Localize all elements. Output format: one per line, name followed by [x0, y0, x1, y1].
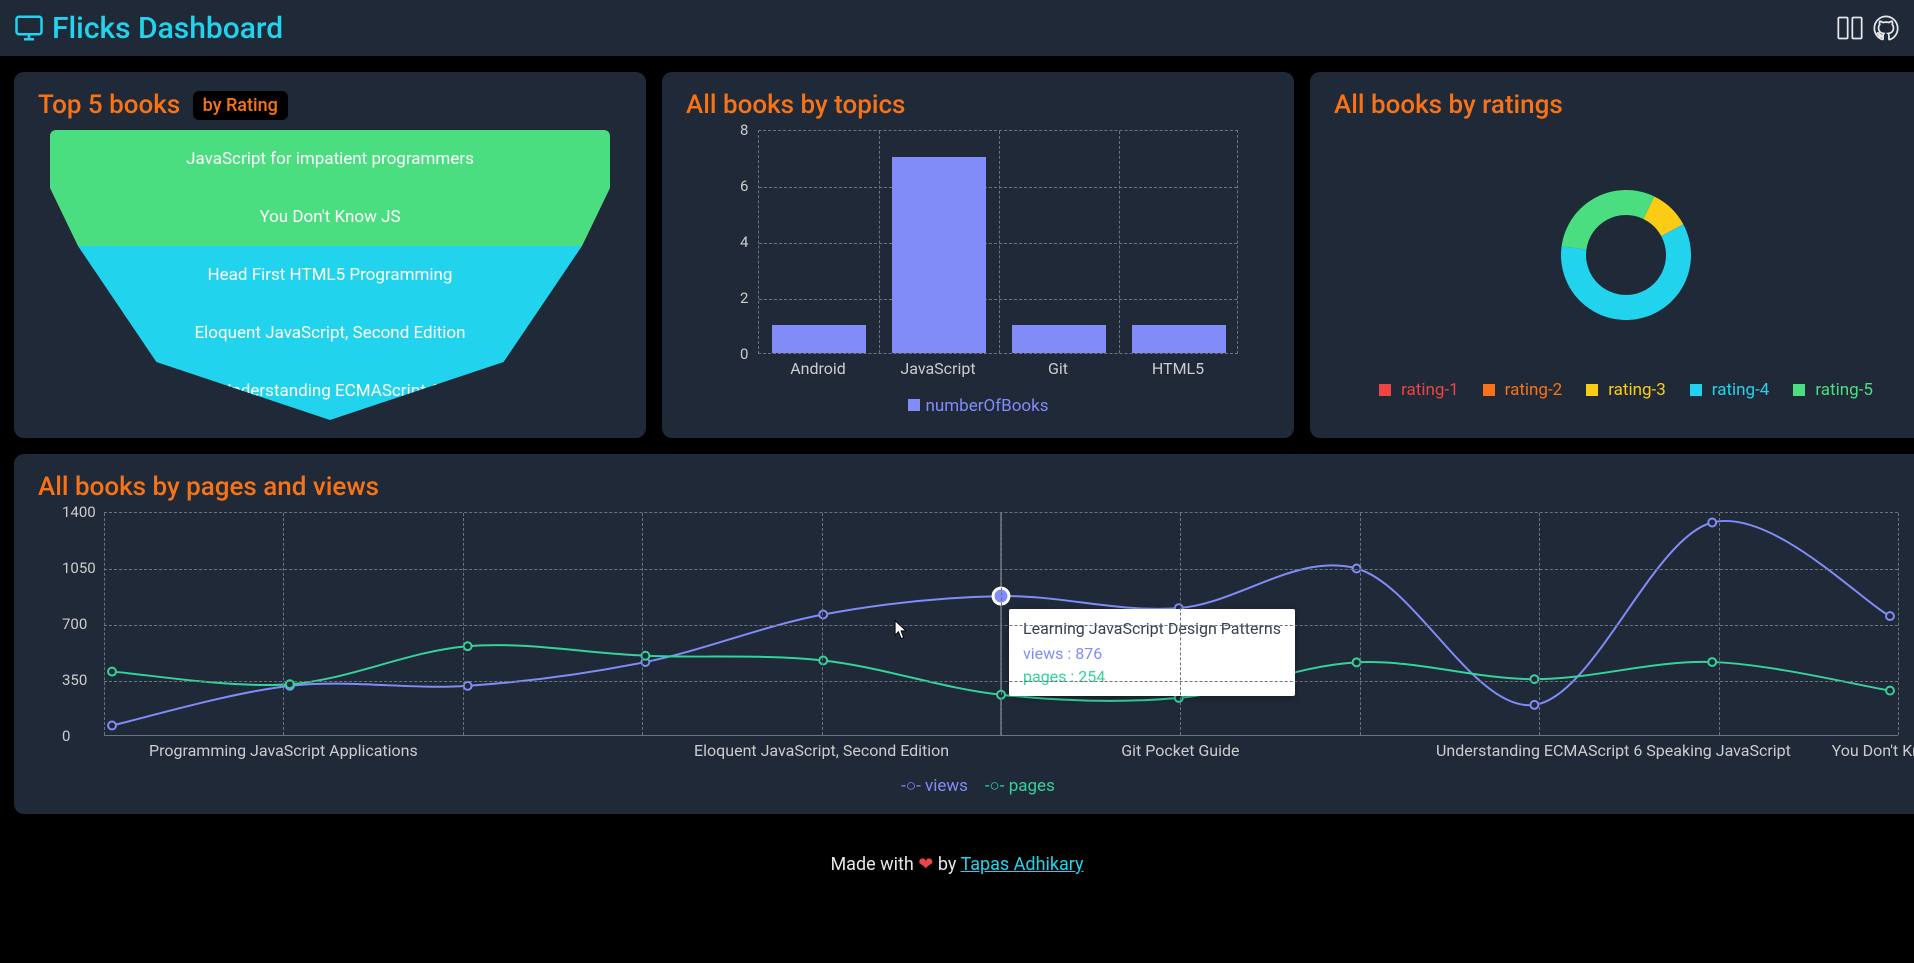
- ratings-legend-item[interactable]: rating-1: [1373, 380, 1465, 400]
- top5-card: Top 5 books by Rating JavaScript for imp…: [14, 72, 646, 438]
- brand-text: Flicks Dashboard: [52, 11, 283, 46]
- panels-icon[interactable]: [1836, 14, 1864, 42]
- tooltip-views: views : 876: [1023, 644, 1281, 663]
- funnel-seg-4[interactable]: Eloquent JavaScript, Second Edition: [50, 304, 610, 362]
- top5-title: Top 5 books by Rating: [38, 90, 622, 120]
- ratings-donut-chart[interactable]: [1334, 130, 1914, 380]
- legend-views: views: [925, 776, 968, 796]
- app-header: Flicks Dashboard: [0, 0, 1914, 56]
- ratings-legend-item[interactable]: rating-3: [1580, 380, 1672, 400]
- tooltip-title: Learning JavaScript Design Patterns: [1023, 619, 1281, 638]
- footer-made: Made with: [830, 854, 918, 875]
- funnel-seg-1[interactable]: JavaScript for impatient programmers: [50, 130, 610, 188]
- pages-views-title: All books by pages and views: [38, 472, 1914, 502]
- footer-author-link[interactable]: Tapas Adhikary: [960, 854, 1083, 875]
- top5-title-text: Top 5 books: [38, 90, 180, 120]
- topics-card: All books by topics 02468 AndroidJavaScr…: [662, 72, 1294, 438]
- footer: Made with ❤ by Tapas Adhikary: [0, 854, 1914, 875]
- cursor-icon: [894, 620, 908, 640]
- ratings-legend-item[interactable]: rating-5: [1787, 380, 1879, 400]
- ratings-card: All books by ratings rating-1rating-2rat…: [1310, 72, 1914, 438]
- funnel-seg-3[interactable]: Head First HTML5 Programming: [50, 246, 610, 304]
- topics-legend: numberOfBooks: [686, 396, 1270, 416]
- ratings-legend-item[interactable]: rating-4: [1684, 380, 1776, 400]
- ratings-legend-item[interactable]: rating-2: [1477, 380, 1569, 400]
- pages-views-line-chart[interactable]: Learning JavaScript Design Patterns view…: [48, 512, 1908, 772]
- ratings-legend: rating-1 rating-2 rating-3 rating-4 rating-5: [1334, 380, 1914, 400]
- chart-tooltip: Learning JavaScript Design Patterns view…: [1009, 609, 1295, 696]
- brand[interactable]: Flicks Dashboard: [14, 11, 283, 46]
- footer-by: by: [938, 854, 961, 875]
- topics-legend-label: numberOfBooks: [926, 396, 1049, 416]
- github-icon[interactable]: [1872, 14, 1900, 42]
- topics-bar-chart[interactable]: 02468 AndroidJavaScriptGitHTML5: [718, 130, 1238, 390]
- funnel-chart[interactable]: JavaScript for impatient programmers You…: [50, 130, 610, 420]
- legend-pages: pages: [1009, 776, 1055, 796]
- funnel-seg-2[interactable]: You Don't Know JS: [50, 188, 610, 246]
- pages-views-legend: -○- views -○- pages: [38, 776, 1914, 796]
- heart-icon: ❤: [918, 854, 933, 875]
- monitor-icon: [14, 13, 44, 43]
- topics-title: All books by topics: [686, 90, 1270, 120]
- pages-views-card: All books by pages and views Learning Ja…: [14, 454, 1914, 814]
- header-icons: [1836, 14, 1900, 42]
- tooltip-pages: pages : 254: [1023, 667, 1281, 686]
- top5-badge: by Rating: [193, 91, 288, 120]
- funnel-seg-5[interactable]: Understanding ECMAScript 6: [50, 362, 610, 420]
- ratings-title: All books by ratings: [1334, 90, 1914, 120]
